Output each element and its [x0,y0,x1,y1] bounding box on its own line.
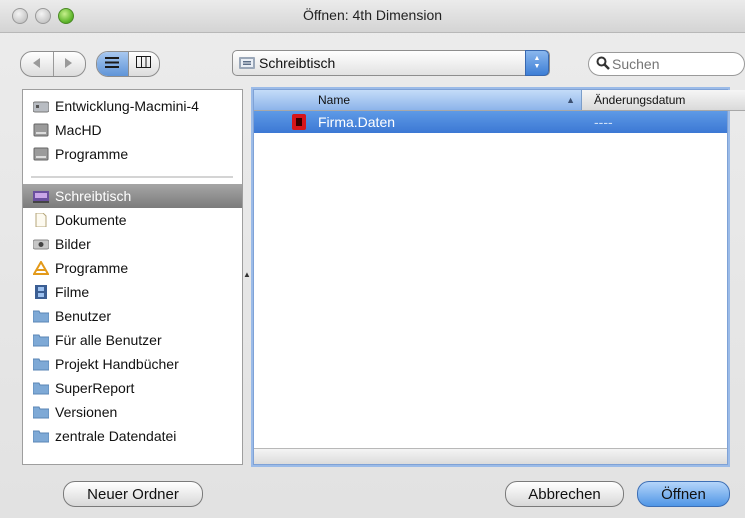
sidebar-item-entwicklung-macmini[interactable]: Entwicklung-Macmini-4 [23,94,242,118]
file-row-selected[interactable]: Firma.Daten ---- [254,111,727,133]
desktop-folder-icon [239,56,255,74]
sidebar-item-programme[interactable]: Programme [23,256,242,280]
sidebar-item-label: Benutzer [55,308,112,324]
sidebar-item-label: Für alle Benutzer [55,332,162,348]
sidebar-item-machd[interactable]: MacHD [23,118,242,142]
new-folder-button[interactable]: Neuer Ordner [63,481,203,507]
folder-icon [32,333,50,347]
title-bar[interactable]: Öffnen: 4th Dimension [0,0,745,33]
folder-icon [32,309,50,323]
cancel-button-label: Abbrechen [528,485,601,503]
open-dialog-window: Öffnen: 4th Dimension Schreibtisch ▲ ▼ S… [0,0,745,518]
open-button-label: Öffnen [661,485,706,503]
search-input[interactable] [612,55,732,73]
list-view-icon [105,55,120,73]
open-button[interactable]: Öffnen [637,481,730,507]
chevron-right-icon [65,57,73,71]
folder-icon [32,429,50,443]
location-label: Schreibtisch [259,55,336,71]
folder-icon [32,381,50,395]
sidebar-divider [31,176,233,178]
back-button[interactable] [21,52,53,76]
sidebar-item-label: Programme [55,146,129,162]
column-header-name[interactable]: Name ▲ [254,90,582,110]
new-folder-button-label: Neuer Ordner [87,485,179,503]
applications-icon [32,260,50,275]
sidebar-item-label: SuperReport [55,380,135,396]
history-nav-group [20,51,86,77]
sidebar-item-fuer-alle-benutzer[interactable]: Für alle Benutzer [23,328,242,352]
file-modified-date: ---- [594,114,613,130]
network-drive-icon [32,99,50,113]
sidebar-item-label: zentrale Datendatei [55,428,177,444]
hard-drive-icon [33,123,49,137]
file-name: Firma.Daten [318,114,396,130]
sidebar-item-label: Projekt Handbücher [55,356,179,372]
folder-icon [32,405,50,419]
view-mode-group [96,51,160,77]
sidebar-item-programme-drive[interactable]: Programme [23,142,242,166]
window-title: Öffnen: 4th Dimension [302,7,443,23]
list-view-button[interactable] [97,52,128,76]
sidebar-item-filme[interactable]: Filme [23,280,242,304]
sidebar-item-bilder[interactable]: Bilder [23,232,242,256]
hard-drive-icon [33,147,49,161]
database-file-icon [292,114,306,130]
document-icon [33,212,49,228]
pane-resize-handle[interactable]: ▲ [243,270,251,279]
sidebar-item-label: Schreibtisch [55,188,132,204]
sidebar-item-superreport[interactable]: SuperReport [23,376,242,400]
sidebar-item-dokumente[interactable]: Dokumente [23,208,242,232]
desktop-icon [33,189,49,203]
sidebar-item-label: Entwicklung-Macmini-4 [55,98,199,114]
chevron-left-icon [32,57,41,71]
sidebar-item-zentrale-datendatei[interactable]: zentrale Datendatei [23,424,242,448]
sidebar-item-label: Filme [55,284,90,300]
location-popup[interactable]: Schreibtisch ▲ ▼ [232,50,550,76]
column-view-button[interactable] [127,52,160,76]
movies-icon [33,285,49,299]
sidebar-item-versionen[interactable]: Versionen [23,400,242,424]
sidebar-item-schreibtisch[interactable]: Schreibtisch [23,184,242,208]
sidebar-item-label: Bilder [55,236,91,252]
folder-icon [32,357,50,371]
sidebar-item-label: Programme [55,260,129,276]
pictures-icon [32,237,50,251]
column-header-date[interactable]: Änderungsdatum [594,93,685,107]
sidebar-item-label: Dokumente [55,212,127,228]
column-view-icon [136,55,152,73]
search-icon [596,56,610,75]
column-header-bar: Name ▲ Änderungsdatum [254,90,745,111]
column-header-name-label: Name [318,93,351,107]
sidebar-item-projekt-handbuecher[interactable]: Projekt Handbücher [23,352,242,376]
sort-ascending-icon: ▲ [566,95,575,105]
sidebar-item-benutzer[interactable]: Benutzer [23,304,242,328]
sidebar-item-label: MacHD [55,122,102,138]
sidebar: Entwicklung-Macmini-4 MacHD Programme Sc… [22,89,243,465]
horizontal-scrollbar[interactable] [254,448,727,464]
search-field[interactable] [588,52,745,76]
popup-arrows-icon: ▲ ▼ [525,50,549,76]
sidebar-item-label: Versionen [55,404,118,420]
cancel-button[interactable]: Abbrechen [505,481,624,507]
file-browser-list: Name ▲ Änderungsdatum Firma.Daten ---- [251,87,745,467]
forward-button[interactable] [52,52,86,76]
